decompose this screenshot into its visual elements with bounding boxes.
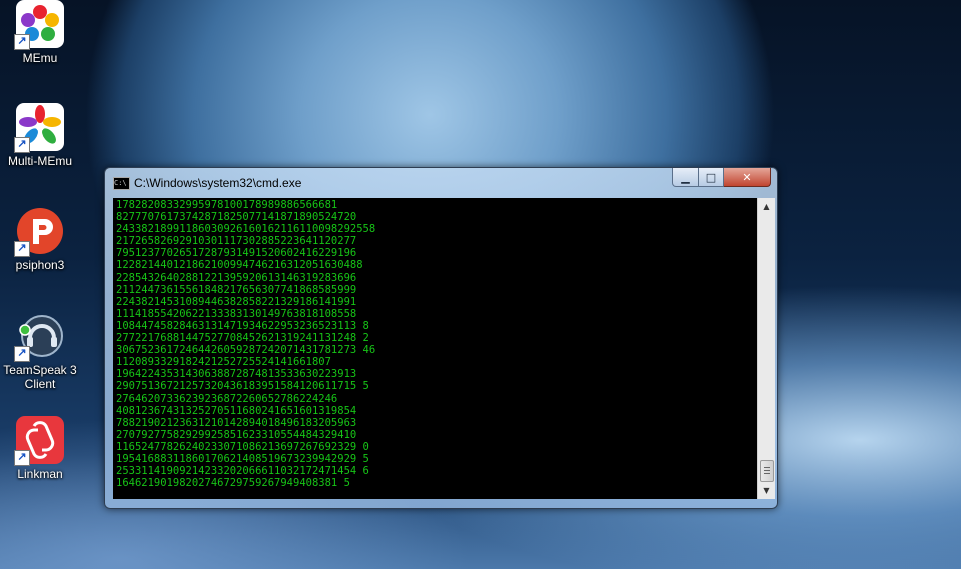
console-line: 79512377026517287931491520602416229196: [116, 247, 357, 260]
psiphon-icon: ↗: [14, 207, 64, 257]
window-controls: ▁ □ ✕: [672, 168, 771, 187]
multi-memu-icon: ↗: [14, 103, 64, 153]
console-line: 122821440121862100994746216312051630488: [116, 259, 363, 272]
shortcut-arrow-icon: ↗: [14, 137, 30, 153]
shortcut-arrow-icon: ↗: [14, 241, 30, 257]
cmd-window[interactable]: C:\ C:\Windows\system32\cmd.exe ▁ □ ✕ 17…: [104, 167, 778, 509]
console-line: 30675236172464426059287242071431781273 4…: [116, 344, 376, 357]
window-title: C:\Windows\system32\cmd.exe: [134, 176, 302, 190]
desktop-icon-label: MEmu: [22, 51, 58, 65]
title-bar[interactable]: C:\ C:\Windows\system32\cmd.exe ▁ □ ✕: [105, 168, 777, 194]
desktop-icon-multi-memu[interactable]: ↗ Multi-MEmu: [2, 103, 78, 168]
teamspeak-icon: ↗: [14, 312, 64, 362]
maximize-button[interactable]: □: [699, 168, 724, 187]
console-line: 11652477826240233071086213697267692329 0: [116, 440, 369, 453]
shortcut-arrow-icon: ↗: [14, 34, 30, 50]
desktop-icon-label: psiphon3: [15, 258, 65, 272]
desktop-icon-label: Multi-MEmu: [7, 154, 72, 168]
desktop-icon-label: TeamSpeak 3 Client: [3, 363, 77, 391]
console-line: 21124473615561848217656307741868585999: [116, 283, 357, 296]
console-line: 27722176881447527708452621319241131248 2: [116, 332, 369, 345]
console-line: 11141855420622133383130149763818108558: [116, 307, 357, 320]
console-text: 17828208332995978100178989886566681 8277…: [116, 199, 375, 489]
console-line: 1120893329182421252725524141661807: [116, 356, 331, 369]
console-line: 22854326402881221395920613146319283696: [116, 271, 357, 284]
console-line: 10844745828463131471934622953236523113 8: [116, 319, 369, 332]
linkman-icon: ↗: [14, 416, 64, 466]
console-line: 21726582692910301117302885223641120277: [116, 235, 357, 248]
console-line: 19541688311860170621408519673239942929 5: [116, 452, 369, 465]
console-line: 40812367431325270511680241651601319854: [116, 404, 357, 417]
console-line: 17828208332995978100178989886566681: [116, 199, 338, 211]
desktop-icon-memu[interactable]: ↗ MEmu: [2, 0, 78, 65]
console-line: 2433821899118603092616016211611009829255…: [116, 223, 376, 236]
console-line: 27646207336239236872260652786224246: [116, 392, 338, 405]
console-line: 25331141909214233202066611032172471454 6: [116, 465, 369, 478]
desktop-icon-teamspeak[interactable]: ↗ TeamSpeak 3 Client: [2, 312, 78, 391]
desktop-icon-linkman[interactable]: ↗ Linkman: [2, 416, 78, 481]
console-line: 19642243531430638872874813533630223913: [116, 368, 357, 381]
scroll-up-arrow-icon[interactable]: ▲: [758, 198, 775, 215]
console-output[interactable]: 17828208332995978100178989886566681 8277…: [113, 198, 757, 499]
console-line: 22438214531089446382858221329186141991: [116, 295, 357, 308]
desktop-icon-psiphon3[interactable]: ↗ psiphon3: [2, 207, 78, 272]
desktop-icon-label: Linkman: [17, 467, 63, 481]
memu-icon: ↗: [14, 0, 64, 50]
vertical-scrollbar[interactable]: ▲ ▼: [757, 198, 775, 499]
console-line: 78821902123631210142894018496183205963: [116, 416, 357, 429]
close-button[interactable]: ✕: [724, 168, 771, 187]
scroll-down-arrow-icon[interactable]: ▼: [758, 482, 775, 499]
console-line: 27079277582929925851623310554484329410: [116, 428, 357, 441]
console-line: 29075136721257320436183951584120611715 5: [116, 380, 369, 393]
cmd-icon: C:\: [113, 177, 130, 190]
minimize-button[interactable]: ▁: [672, 168, 699, 187]
console-line: 16462190198202746729759267949408381 5: [116, 477, 350, 490]
shortcut-arrow-icon: ↗: [14, 450, 30, 466]
console-line: 82777076173742871825077141871890524720: [116, 211, 357, 224]
shortcut-arrow-icon: ↗: [14, 346, 30, 362]
scrollbar-thumb[interactable]: [760, 460, 774, 482]
